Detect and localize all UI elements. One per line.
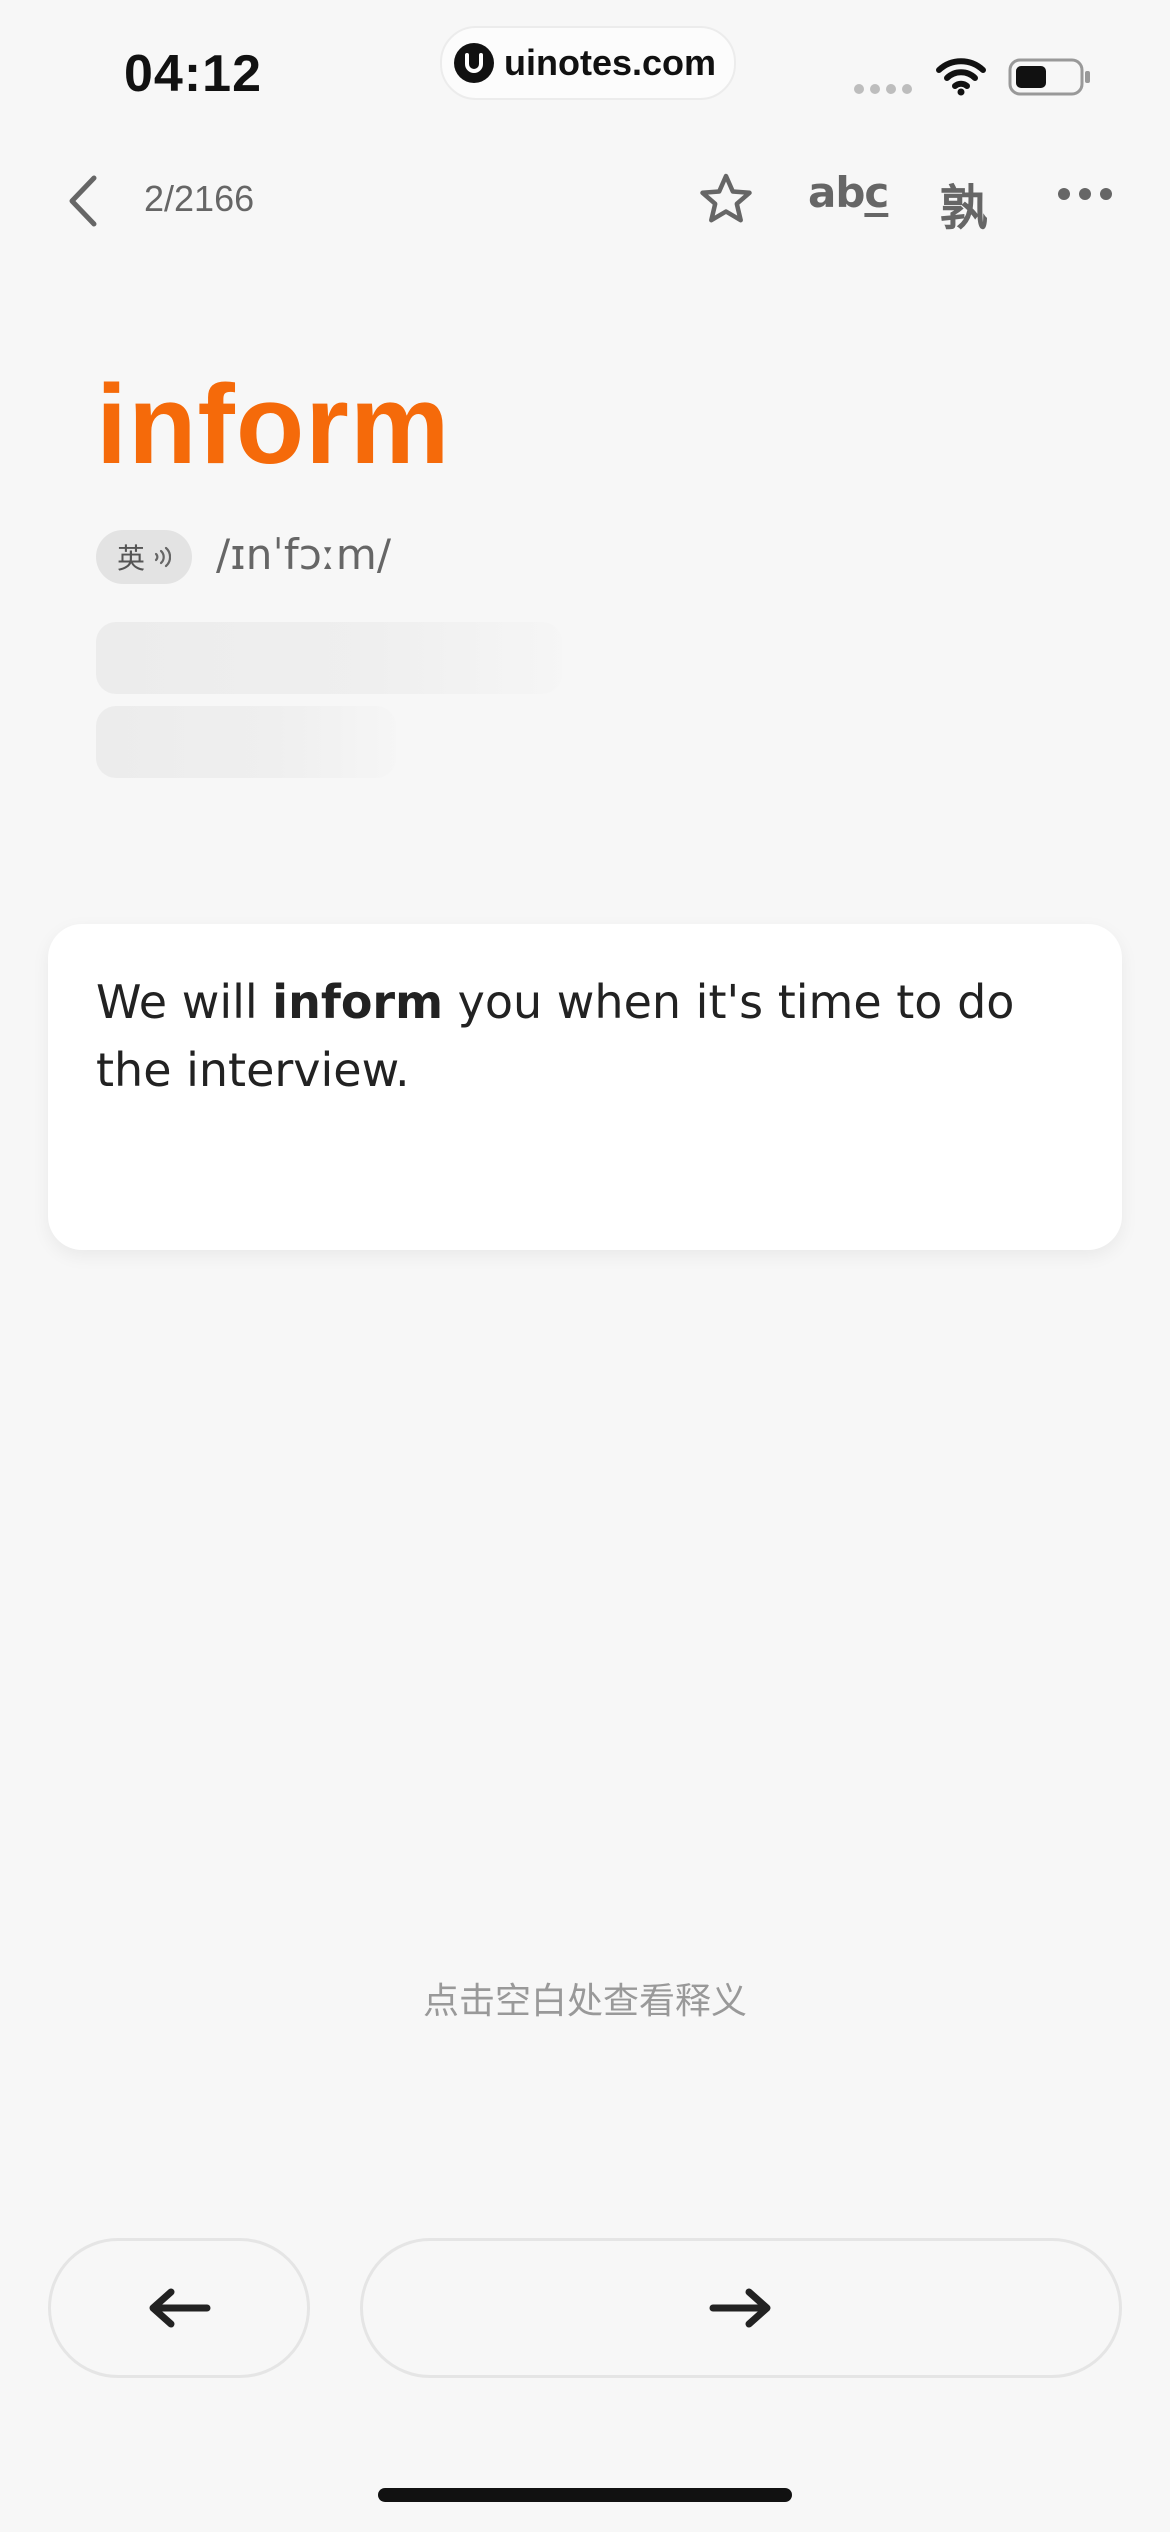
wifi-icon [936, 58, 986, 96]
word-title: inform [96, 362, 451, 487]
previous-button[interactable] [48, 2238, 310, 2378]
home-indicator [378, 2488, 792, 2502]
more-dots-icon[interactable] [1058, 188, 1112, 200]
arrow-right-icon [709, 2288, 771, 2328]
hidden-definition-placeholder[interactable] [96, 706, 396, 778]
status-time: 04:12 [124, 45, 262, 103]
spelling-mode-label-underlined: c [864, 168, 889, 217]
tap-hint: 点击空白处查看释义 [422, 1981, 747, 2022]
back-button[interactable] [58, 170, 108, 232]
star-icon[interactable] [696, 170, 756, 230]
watermark-badge: uinotes.com [440, 26, 737, 100]
cellular-signal-icon [854, 84, 912, 94]
phonetic-text: /ɪnˈfɔːm/ [216, 530, 391, 579]
accent-label: 英 [116, 542, 145, 575]
example-highlight: inform [272, 975, 444, 1029]
watermark-text: uinotes.com [504, 42, 717, 83]
card-progress: 2/2166 [144, 178, 255, 219]
example-sentence: We will inform you when it's time to do … [96, 968, 1096, 1104]
speaker-icon [154, 546, 171, 568]
arrow-left-icon [149, 2288, 211, 2328]
spelling-mode-label: ab [808, 168, 865, 217]
next-button[interactable] [360, 2238, 1122, 2378]
hidden-definition-placeholder[interactable] [96, 622, 562, 694]
watermark-logo-icon [454, 43, 494, 83]
example-before: We will [96, 975, 273, 1029]
word-card-screen: 04:12 uinotes.com 2/2166 abc 孰 inform 英 … [0, 0, 1170, 2532]
example-sentence-card: We will inform you when it's time to do … [48, 924, 1122, 1250]
chevron-left-icon [69, 175, 97, 227]
pronunciation-button[interactable]: 英 [96, 530, 192, 584]
battery-icon [1008, 58, 1090, 96]
spelling-mode-button[interactable]: abc [808, 168, 889, 217]
familiar-button[interactable]: 孰 [940, 168, 988, 238]
